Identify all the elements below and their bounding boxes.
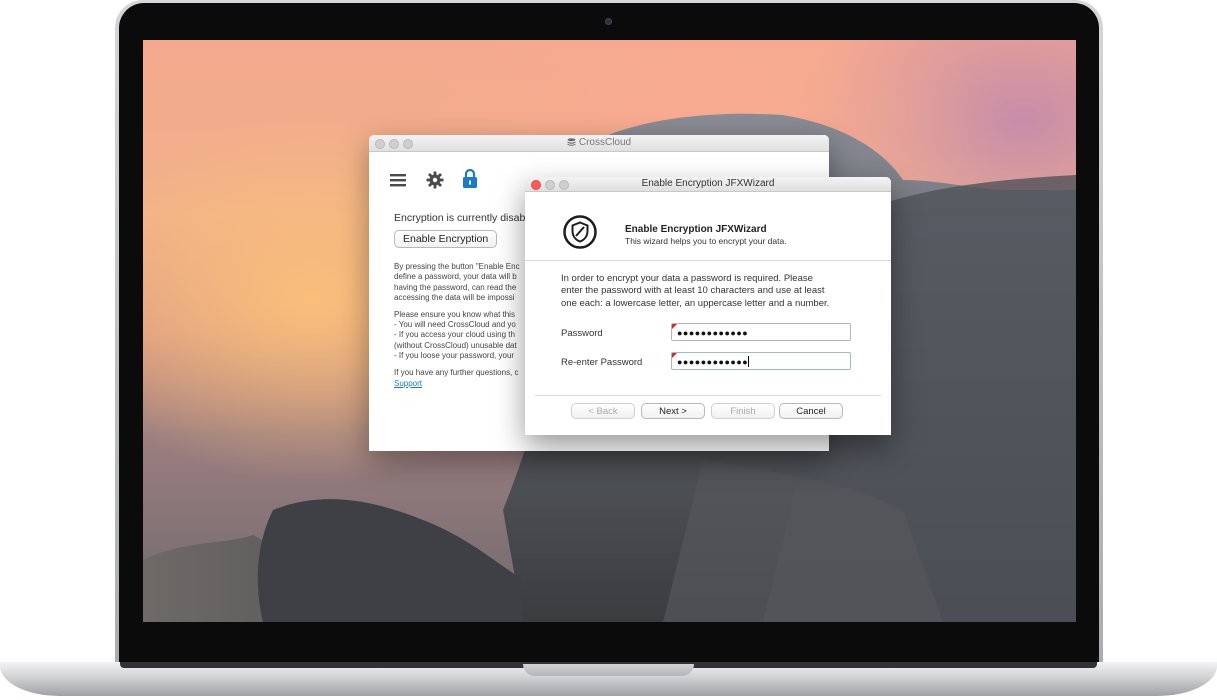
description-line: enter the password with at least 10 char… <box>561 285 825 297</box>
description-line: In order to encrypt your data a password… <box>561 273 813 284</box>
laptop-notch <box>523 664 694 676</box>
crosscloud-titlebar[interactable]: CrossCloud <box>369 135 829 152</box>
back-button[interactable]: < Back <box>571 403 635 419</box>
reenter-password-field[interactable]: ●●●●●●●●●●●● <box>671 352 851 370</box>
crosscloud-title: CrossCloud <box>369 137 829 148</box>
shield-icon <box>563 215 597 249</box>
footer-divider <box>535 395 881 396</box>
password-label: Password <box>561 328 603 339</box>
wizard-description: In order to encrypt your data a password… <box>561 273 861 310</box>
hamburger-menu-icon[interactable] <box>390 173 406 187</box>
wizard-titlebar[interactable]: Enable Encryption JFXWizard <box>525 177 891 192</box>
wizard-header: Enable Encryption JFXWizard This wizard … <box>525 192 891 261</box>
encryption-wizard-dialog: Enable Encryption JFXWizard Enable Encry… <box>525 177 891 435</box>
enable-encryption-button[interactable]: Enable Encryption <box>394 230 498 248</box>
wizard-header-title: Enable Encryption JFXWizard <box>625 224 767 235</box>
crosscloud-title-text: CrossCloud <box>578 137 632 148</box>
crosscloud-logo-icon <box>567 138 576 146</box>
text-caret <box>748 356 750 367</box>
password-field[interactable]: ●●●●●●●●●●●● <box>671 323 851 341</box>
password-value: ●●●●●●●●●●●● <box>677 328 749 338</box>
next-button[interactable]: Next > <box>641 403 705 419</box>
finish-button[interactable]: Finish <box>711 403 775 419</box>
wizard-header-subtitle: This wizard helps you to encrypt your da… <box>625 236 787 246</box>
support-link[interactable]: Support <box>394 379 422 388</box>
wizard-title: Enable Encryption JFXWizard <box>641 178 775 189</box>
lock-icon[interactable] <box>462 169 478 189</box>
reenter-password-value: ●●●●●●●●●●●● <box>677 357 749 367</box>
reenter-password-label: Re-enter Password <box>561 357 643 368</box>
description-line: one each: a lowercase letter, an upperca… <box>561 297 830 309</box>
gear-icon[interactable] <box>426 171 444 189</box>
cancel-button[interactable]: Cancel <box>779 403 843 419</box>
camera <box>605 18 612 25</box>
